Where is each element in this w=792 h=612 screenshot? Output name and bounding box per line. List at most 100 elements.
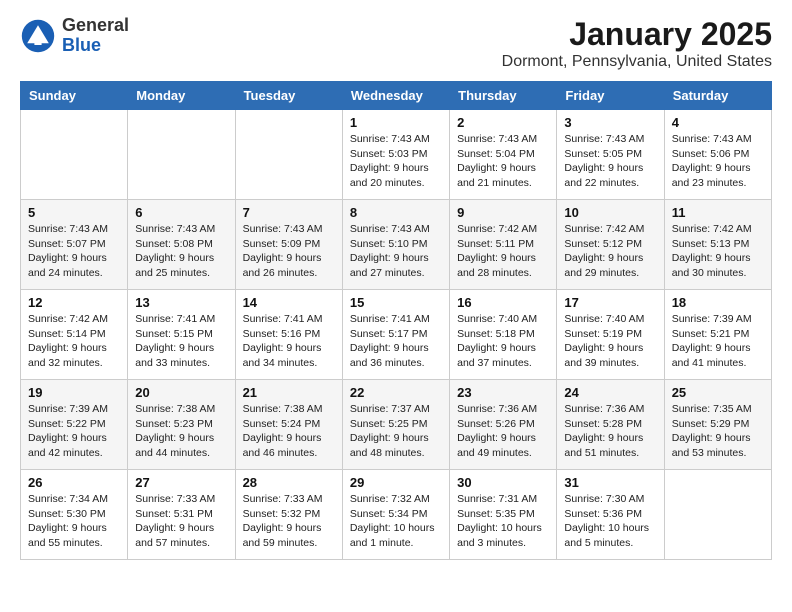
day-info: Sunrise: 7:33 AM Sunset: 5:31 PM Dayligh… <box>135 492 227 551</box>
day-info: Sunrise: 7:36 AM Sunset: 5:26 PM Dayligh… <box>457 402 549 461</box>
calendar-cell: 8 Sunrise: 7:43 AM Sunset: 5:10 PM Daylig… <box>342 200 449 290</box>
day-number: 21 <box>243 385 335 400</box>
calendar-cell: 14Sunrise: 7:41 AM Sunset: 5:16 PM Dayli… <box>235 290 342 380</box>
day-info: Sunrise: 7:33 AM Sunset: 5:32 PM Dayligh… <box>243 492 335 551</box>
day-number: 23 <box>457 385 549 400</box>
calendar-cell: 22 Sunrise: 7:37 AM Sunset: 5:25 PM Dayli… <box>342 380 449 470</box>
calendar-week-row: 5 Sunrise: 7:43 AM Sunset: 5:07 PM Daylig… <box>21 200 772 290</box>
day-info: Sunrise: 7:37 AM Sunset: 5:25 PM Dayligh… <box>350 402 442 461</box>
calendar-cell: 9Sunrise: 7:42 AM Sunset: 5:11 PM Daylig… <box>450 200 557 290</box>
page-header: General Blue January 2025 Dormont, Penns… <box>20 16 772 71</box>
day-number: 20 <box>135 385 227 400</box>
day-number: 22 <box>350 385 442 400</box>
calendar-cell: 31 Sunrise: 7:30 AM Sunset: 5:36 PM Dayli… <box>557 470 664 560</box>
calendar-week-row: 1 Sunrise: 7:43 AM Sunset: 5:03 PM Daylig… <box>21 110 772 200</box>
calendar: SundayMondayTuesdayWednesdayThursdayFrid… <box>20 81 772 560</box>
day-number: 8 <box>350 205 442 220</box>
calendar-cell: 7 Sunrise: 7:43 AM Sunset: 5:09 PM Daylig… <box>235 200 342 290</box>
day-info: Sunrise: 7:40 AM Sunset: 5:18 PM Dayligh… <box>457 312 549 371</box>
logo-text: General Blue <box>62 16 129 56</box>
day-info: Sunrise: 7:41 AM Sunset: 5:17 PM Dayligh… <box>350 312 442 371</box>
day-number: 30 <box>457 475 549 490</box>
calendar-cell: 2 Sunrise: 7:43 AM Sunset: 5:04 PM Daylig… <box>450 110 557 200</box>
day-info: Sunrise: 7:43 AM Sunset: 5:04 PM Dayligh… <box>457 132 549 191</box>
location: Dormont, Pennsylvania, United States <box>502 53 772 71</box>
calendar-cell <box>664 470 771 560</box>
day-number: 7 <box>243 205 335 220</box>
calendar-cell: 1 Sunrise: 7:43 AM Sunset: 5:03 PM Daylig… <box>342 110 449 200</box>
day-number: 1 <box>350 115 442 130</box>
calendar-cell: 23 Sunrise: 7:36 AM Sunset: 5:26 PM Dayli… <box>450 380 557 470</box>
day-info: Sunrise: 7:43 AM Sunset: 5:03 PM Dayligh… <box>350 132 442 191</box>
calendar-cell: 26 Sunrise: 7:34 AM Sunset: 5:30 PM Dayli… <box>21 470 128 560</box>
day-number: 31 <box>564 475 656 490</box>
weekday-header: Friday <box>557 82 664 110</box>
calendar-cell: 17 Sunrise: 7:40 AM Sunset: 5:19 PM Dayli… <box>557 290 664 380</box>
logo-icon <box>20 18 56 54</box>
day-number: 3 <box>564 115 656 130</box>
day-number: 24 <box>564 385 656 400</box>
calendar-cell: 5 Sunrise: 7:43 AM Sunset: 5:07 PM Daylig… <box>21 200 128 290</box>
calendar-cell: 19 Sunrise: 7:39 AM Sunset: 5:22 PM Dayli… <box>21 380 128 470</box>
day-info: Sunrise: 7:42 AM Sunset: 5:11 PM Dayligh… <box>457 222 549 281</box>
calendar-cell: 18Sunrise: 7:39 AM Sunset: 5:21 PM Dayli… <box>664 290 771 380</box>
month-title: January 2025 <box>502 16 772 53</box>
day-info: Sunrise: 7:40 AM Sunset: 5:19 PM Dayligh… <box>564 312 656 371</box>
weekday-header: Wednesday <box>342 82 449 110</box>
day-number: 5 <box>28 205 120 220</box>
day-number: 19 <box>28 385 120 400</box>
day-number: 6 <box>135 205 227 220</box>
weekday-header: Thursday <box>450 82 557 110</box>
day-info: Sunrise: 7:38 AM Sunset: 5:24 PM Dayligh… <box>243 402 335 461</box>
day-number: 28 <box>243 475 335 490</box>
day-info: Sunrise: 7:32 AM Sunset: 5:34 PM Dayligh… <box>350 492 442 551</box>
calendar-cell <box>21 110 128 200</box>
day-info: Sunrise: 7:42 AM Sunset: 5:13 PM Dayligh… <box>672 222 764 281</box>
weekday-header: Sunday <box>21 82 128 110</box>
calendar-cell: 11Sunrise: 7:42 AM Sunset: 5:13 PM Dayli… <box>664 200 771 290</box>
day-number: 17 <box>564 295 656 310</box>
day-info: Sunrise: 7:39 AM Sunset: 5:21 PM Dayligh… <box>672 312 764 371</box>
day-info: Sunrise: 7:43 AM Sunset: 5:09 PM Dayligh… <box>243 222 335 281</box>
calendar-cell: 3 Sunrise: 7:43 AM Sunset: 5:05 PM Daylig… <box>557 110 664 200</box>
calendar-week-row: 19 Sunrise: 7:39 AM Sunset: 5:22 PM Dayli… <box>21 380 772 470</box>
day-number: 26 <box>28 475 120 490</box>
calendar-cell: 29Sunrise: 7:32 AM Sunset: 5:34 PM Dayli… <box>342 470 449 560</box>
day-info: Sunrise: 7:43 AM Sunset: 5:10 PM Dayligh… <box>350 222 442 281</box>
day-info: Sunrise: 7:43 AM Sunset: 5:06 PM Dayligh… <box>672 132 764 191</box>
calendar-cell: 6Sunrise: 7:43 AM Sunset: 5:08 PM Daylig… <box>128 200 235 290</box>
weekday-header: Tuesday <box>235 82 342 110</box>
weekday-header: Monday <box>128 82 235 110</box>
calendar-cell: 30Sunrise: 7:31 AM Sunset: 5:35 PM Dayli… <box>450 470 557 560</box>
calendar-cell: 15 Sunrise: 7:41 AM Sunset: 5:17 PM Dayli… <box>342 290 449 380</box>
day-number: 10 <box>564 205 656 220</box>
day-number: 16 <box>457 295 549 310</box>
day-number: 25 <box>672 385 764 400</box>
day-info: Sunrise: 7:30 AM Sunset: 5:36 PM Dayligh… <box>564 492 656 551</box>
weekday-header-row: SundayMondayTuesdayWednesdayThursdayFrid… <box>21 82 772 110</box>
calendar-cell: 10Sunrise: 7:42 AM Sunset: 5:12 PM Dayli… <box>557 200 664 290</box>
day-number: 27 <box>135 475 227 490</box>
day-number: 4 <box>672 115 764 130</box>
calendar-cell: 20 Sunrise: 7:38 AM Sunset: 5:23 PM Dayli… <box>128 380 235 470</box>
day-info: Sunrise: 7:34 AM Sunset: 5:30 PM Dayligh… <box>28 492 120 551</box>
calendar-cell: 12 Sunrise: 7:42 AM Sunset: 5:14 PM Dayli… <box>21 290 128 380</box>
calendar-cell: 24 Sunrise: 7:36 AM Sunset: 5:28 PM Dayli… <box>557 380 664 470</box>
day-number: 15 <box>350 295 442 310</box>
day-number: 2 <box>457 115 549 130</box>
day-info: Sunrise: 7:36 AM Sunset: 5:28 PM Dayligh… <box>564 402 656 461</box>
calendar-cell: 27 Sunrise: 7:33 AM Sunset: 5:31 PM Dayli… <box>128 470 235 560</box>
day-info: Sunrise: 7:41 AM Sunset: 5:15 PM Dayligh… <box>135 312 227 371</box>
day-info: Sunrise: 7:42 AM Sunset: 5:14 PM Dayligh… <box>28 312 120 371</box>
day-info: Sunrise: 7:43 AM Sunset: 5:05 PM Dayligh… <box>564 132 656 191</box>
calendar-cell <box>128 110 235 200</box>
calendar-week-row: 12 Sunrise: 7:42 AM Sunset: 5:14 PM Dayli… <box>21 290 772 380</box>
day-number: 13 <box>135 295 227 310</box>
day-number: 12 <box>28 295 120 310</box>
day-info: Sunrise: 7:38 AM Sunset: 5:23 PM Dayligh… <box>135 402 227 461</box>
day-info: Sunrise: 7:39 AM Sunset: 5:22 PM Dayligh… <box>28 402 120 461</box>
weekday-header: Saturday <box>664 82 771 110</box>
calendar-cell: 28 Sunrise: 7:33 AM Sunset: 5:32 PM Dayli… <box>235 470 342 560</box>
day-info: Sunrise: 7:35 AM Sunset: 5:29 PM Dayligh… <box>672 402 764 461</box>
day-info: Sunrise: 7:43 AM Sunset: 5:07 PM Dayligh… <box>28 222 120 281</box>
